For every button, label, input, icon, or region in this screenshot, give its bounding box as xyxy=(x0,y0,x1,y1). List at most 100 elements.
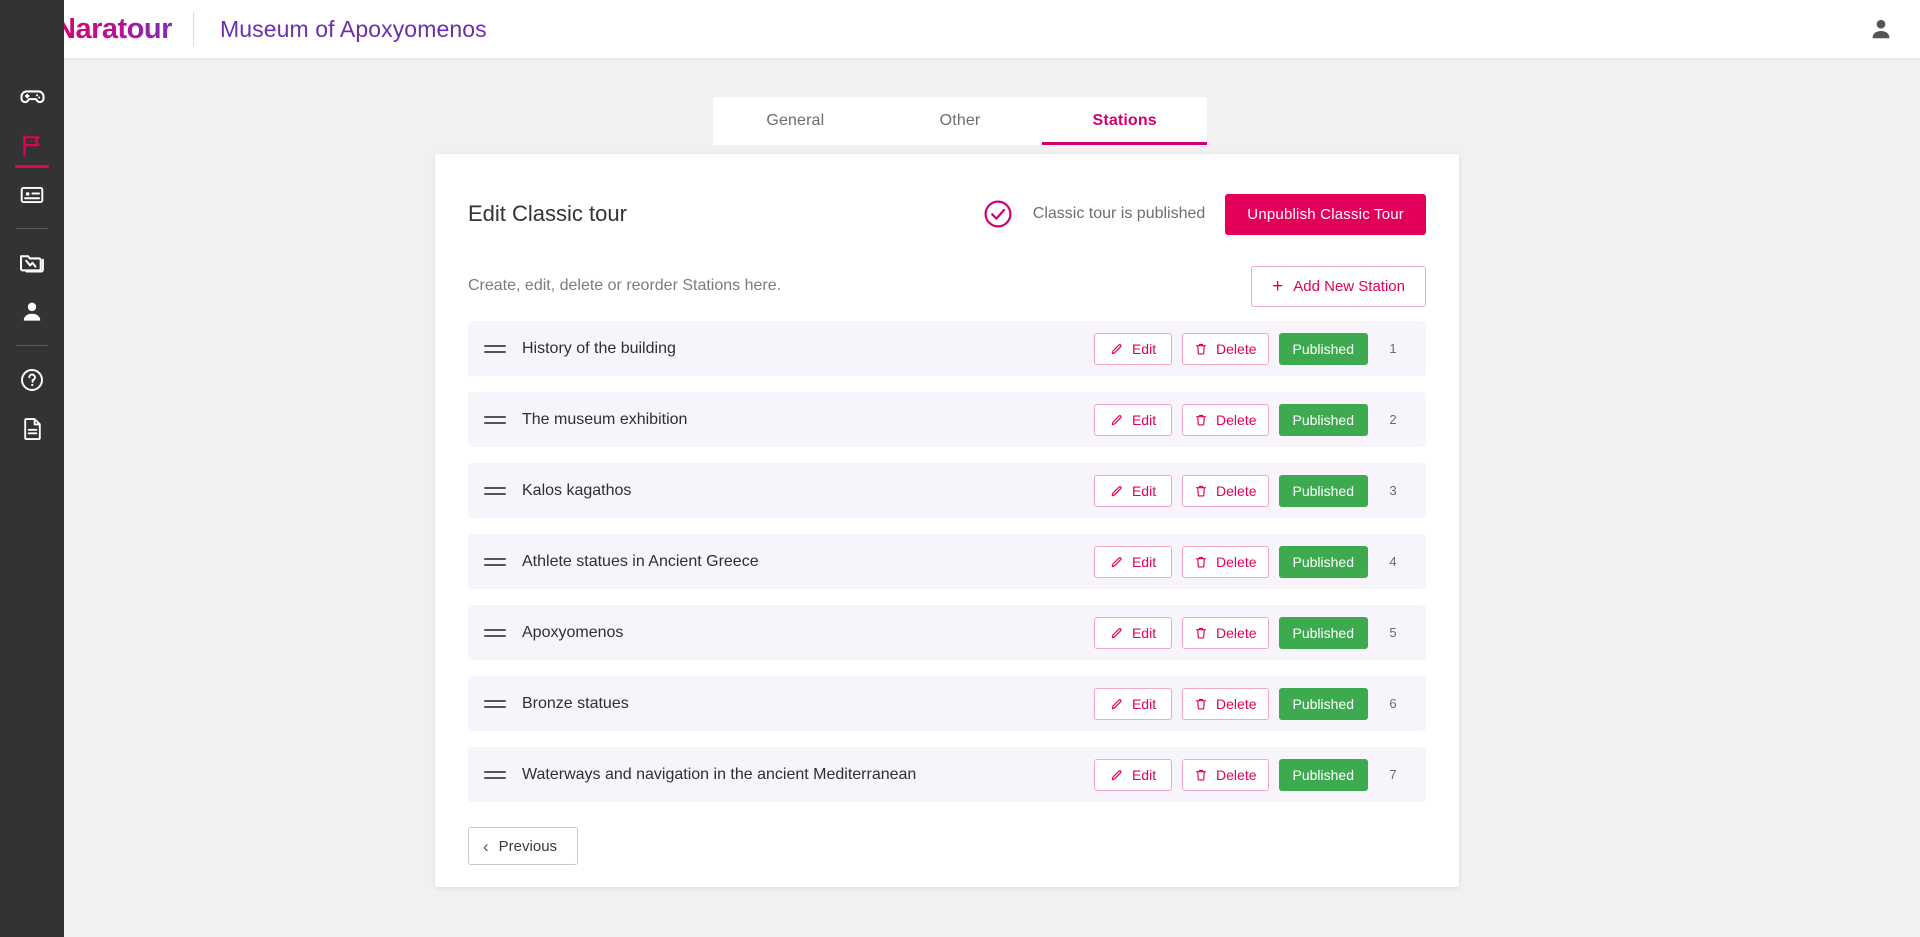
edit-station-button[interactable]: Edit xyxy=(1094,688,1172,720)
edit-station-button[interactable]: Edit xyxy=(1094,759,1172,791)
drag-handle-icon[interactable] xyxy=(484,416,506,424)
delete-station-button[interactable]: Delete xyxy=(1182,404,1268,436)
station-status-badge[interactable]: Published xyxy=(1279,688,1369,720)
sidebar-item-tours[interactable] xyxy=(0,121,64,170)
station-order-number: 4 xyxy=(1378,554,1408,569)
station-row-actions: EditDeletePublished6 xyxy=(1094,688,1408,720)
tab-other-label: Other xyxy=(940,112,981,130)
trash-icon xyxy=(1194,342,1208,356)
tab-stations[interactable]: Stations xyxy=(1042,97,1207,145)
drag-handle-icon[interactable] xyxy=(484,487,506,495)
edit-station-button[interactable]: Edit xyxy=(1094,475,1172,507)
delete-station-label: Delete xyxy=(1216,412,1256,428)
delete-station-button[interactable]: Delete xyxy=(1182,546,1268,578)
stations-description: Create, edit, delete or reorder Stations… xyxy=(468,277,781,295)
edit-station-label: Edit xyxy=(1132,483,1156,499)
stations-subheader: Create, edit, delete or reorder Stations… xyxy=(468,265,1426,307)
drag-handle-icon[interactable] xyxy=(484,558,506,566)
station-name: The museum exhibition xyxy=(522,411,687,429)
drag-handle-icon[interactable] xyxy=(484,700,506,708)
tab-general[interactable]: General xyxy=(713,97,878,145)
drag-line xyxy=(484,777,506,779)
edit-station-label: Edit xyxy=(1132,625,1156,641)
sidebar-item-media[interactable] xyxy=(0,238,64,287)
station-name: History of the building xyxy=(522,340,676,358)
sidebar-item-users[interactable] xyxy=(0,287,64,336)
delete-station-label: Delete xyxy=(1216,767,1256,783)
edit-station-button[interactable]: Edit xyxy=(1094,546,1172,578)
tab-general-label: General xyxy=(766,112,824,130)
delete-station-button[interactable]: Delete xyxy=(1182,333,1268,365)
edit-station-button[interactable]: Edit xyxy=(1094,404,1172,436)
drag-handle-icon[interactable] xyxy=(484,771,506,779)
station-row-actions: Edit Delete Published 5 xyxy=(1094,617,1408,649)
chevron-left-icon: ‹ xyxy=(483,838,489,855)
edit-station-label: Edit xyxy=(1132,341,1156,357)
station-order-number: 3 xyxy=(1378,483,1408,498)
station-row: Athlete statues in Ancient Greece Edit Del… xyxy=(468,534,1426,589)
pencil-icon xyxy=(1110,768,1124,782)
station-row: History of the building Edit Delete Publish… xyxy=(468,321,1426,376)
edit-station-label: Edit xyxy=(1132,412,1156,428)
add-new-station-label: Add New Station xyxy=(1293,278,1405,295)
page-title: Museum of Apoxyomenos xyxy=(220,16,487,43)
delete-station-button[interactable]: Delete xyxy=(1182,759,1268,791)
station-row: The museum exhibition Edit Delete Published… xyxy=(468,392,1426,447)
sidebar-item-documents[interactable] xyxy=(0,404,64,453)
help-circle-icon xyxy=(19,367,45,393)
edit-station-label: Edit xyxy=(1132,696,1156,712)
station-status-badge[interactable]: Published xyxy=(1279,546,1369,578)
gamepad-icon xyxy=(19,83,46,110)
edit-station-button[interactable]: Edit xyxy=(1094,333,1172,365)
drag-line xyxy=(484,487,506,489)
pencil-icon xyxy=(1110,626,1124,640)
trash-icon xyxy=(1194,413,1208,427)
station-status-badge[interactable]: Published xyxy=(1279,759,1369,791)
trash-icon xyxy=(1194,626,1208,640)
sidebar-item-cards[interactable] xyxy=(0,170,64,219)
delete-station-button[interactable]: Delete xyxy=(1182,617,1268,649)
station-order-number: 7 xyxy=(1378,767,1408,782)
station-status-badge[interactable]: Published xyxy=(1279,333,1369,365)
sidebar-divider xyxy=(16,345,48,346)
person-icon xyxy=(19,299,45,325)
station-order-number: 5 xyxy=(1378,625,1408,640)
station-row: Waterways and navigation in the ancient … xyxy=(468,747,1426,802)
delete-station-label: Delete xyxy=(1216,625,1256,641)
station-name: Waterways and navigation in the ancient … xyxy=(522,766,916,784)
previous-button[interactable]: ‹ Previous xyxy=(468,827,578,865)
sidebar-item-games[interactable] xyxy=(0,72,64,121)
drag-line xyxy=(484,416,506,418)
edit-station-label: Edit xyxy=(1132,554,1156,570)
drag-line xyxy=(484,771,506,773)
drag-line xyxy=(484,345,506,347)
station-status-badge[interactable]: Published xyxy=(1279,617,1369,649)
edit-station-button[interactable]: Edit xyxy=(1094,617,1172,649)
station-name: Athlete statues in Ancient Greece xyxy=(522,553,759,571)
drag-line xyxy=(484,422,506,424)
drag-handle-icon[interactable] xyxy=(484,345,506,353)
unpublish-tour-button[interactable]: Unpublish Classic Tour xyxy=(1225,194,1426,235)
station-status-badge[interactable]: Published xyxy=(1279,404,1369,436)
delete-station-label: Delete xyxy=(1216,341,1256,357)
tab-other[interactable]: Other xyxy=(878,97,1043,145)
station-row-actions: EditDeletePublished2 xyxy=(1094,404,1408,436)
delete-station-label: Delete xyxy=(1216,696,1256,712)
trash-icon xyxy=(1194,484,1208,498)
page-content: General Other Stations Edit Classic tour… xyxy=(64,58,1920,937)
drag-handle-icon[interactable] xyxy=(484,629,506,637)
pencil-icon xyxy=(1110,555,1124,569)
add-new-station-button[interactable]: + Add New Station xyxy=(1251,266,1426,307)
pencil-icon xyxy=(1110,413,1124,427)
sidebar xyxy=(0,0,64,937)
drag-line xyxy=(484,351,506,353)
delete-station-label: Delete xyxy=(1216,483,1256,499)
station-status-badge[interactable]: Published xyxy=(1279,475,1369,507)
delete-station-button[interactable]: Delete xyxy=(1182,475,1268,507)
account-button[interactable] xyxy=(1858,6,1904,52)
sidebar-item-help[interactable] xyxy=(0,355,64,404)
previous-label: Previous xyxy=(499,838,557,855)
status-badge: Classic tour is published xyxy=(1033,205,1206,223)
top-bar: Naratour Museum of Apoxyomenos xyxy=(0,0,1920,58)
delete-station-button[interactable]: Delete xyxy=(1182,688,1268,720)
